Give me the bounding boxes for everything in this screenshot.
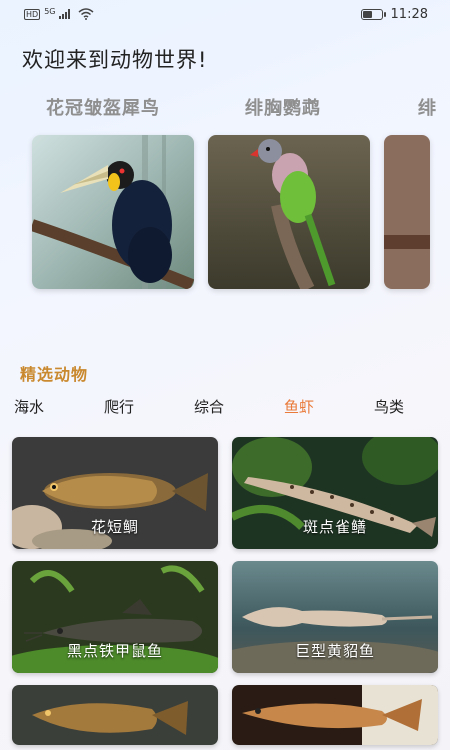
tab-saltwater[interactable]: 海水 [14,396,44,417]
category-tabs: 海水 爬行 综合 鱼虾 鸟类 [0,396,450,422]
carousel-title-3[interactable]: 绯 [418,94,437,120]
carousel-card-partial[interactable] [384,135,430,289]
hornbill-image [32,135,194,289]
signal-icon [59,9,71,19]
status-left: HD 5G [24,7,94,22]
carousel-title-2[interactable]: 绯胸鹦鹉 [245,94,321,120]
tab-fish-shrimp[interactable]: 鱼虾 [284,396,314,417]
welcome-heading: 欢迎来到动物世界! [22,48,208,72]
animal-card-1[interactable]: 花短鲷 [12,437,218,549]
network-type: 5G [44,6,56,16]
featured-section-title: 精选动物 [20,365,89,384]
status-bar: HD 5G 11:28 [0,0,450,28]
animal-card-5[interactable] [12,685,218,745]
carousel-title-1[interactable]: 花冠皱盔犀鸟 [46,94,160,120]
carousel-card-parakeet[interactable] [208,135,370,289]
carousel-titles: 花冠皱盔犀鸟 绯胸鹦鹉 绯 [0,94,450,124]
fish-image-5 [12,685,218,745]
animal-card-1-label: 花短鲷 [90,518,139,536]
battery-icon [360,8,386,20]
animal-card-4[interactable]: 巨型黄貂鱼 [232,561,438,673]
animal-card-6[interactable] [232,685,438,745]
wifi-icon [78,8,94,20]
status-right: 11:28 [360,6,428,22]
tab-general[interactable]: 综合 [194,396,224,417]
status-time: 11:28 [390,6,428,22]
hd-badge: HD [24,8,41,20]
animal-card-3[interactable]: 黑点铁甲鼠鱼 [12,561,218,673]
animal-card-2-label: 斑点雀鳝 [302,518,367,536]
animal-card-2[interactable]: 斑点雀鳝 [232,437,438,549]
partial-image [384,135,430,289]
tab-reptile[interactable]: 爬行 [104,396,134,417]
animal-card-4-label: 巨型黄貂鱼 [294,642,375,660]
fish-image-6 [232,685,438,745]
parakeet-image [208,135,370,289]
carousel-card-hornbill[interactable] [32,135,194,289]
battery-fill [362,10,373,18]
animal-card-3-label: 黑点铁甲鼠鱼 [66,642,163,660]
tab-birds[interactable]: 鸟类 [374,396,404,417]
